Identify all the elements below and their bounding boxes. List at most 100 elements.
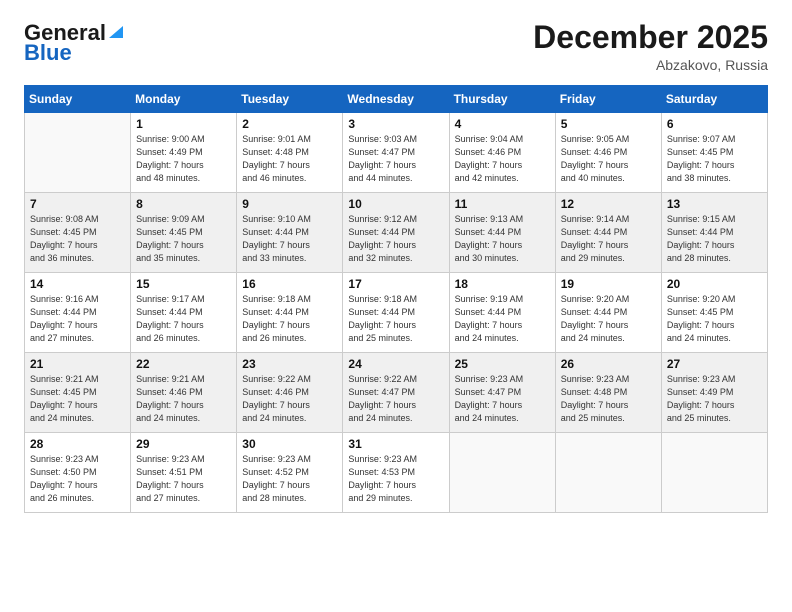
day-number: 8 [136,197,231,211]
day-number: 2 [242,117,337,131]
calendar-cell: 15 Sunrise: 9:17 AMSunset: 4:44 PMDayligh… [131,273,237,353]
calendar-cell: 16 Sunrise: 9:18 AMSunset: 4:44 PMDayligh… [237,273,343,353]
day-number: 22 [136,357,231,371]
day-info: Sunrise: 9:10 AMSunset: 4:44 PMDaylight:… [242,213,337,265]
calendar-cell: 29 Sunrise: 9:23 AMSunset: 4:51 PMDayligh… [131,433,237,513]
weekday-header-sunday: Sunday [25,86,131,113]
day-info: Sunrise: 9:01 AMSunset: 4:48 PMDaylight:… [242,133,337,185]
weekday-header-saturday: Saturday [661,86,767,113]
calendar-cell: 1 Sunrise: 9:00 AMSunset: 4:49 PMDaylight… [131,113,237,193]
calendar-cell: 7 Sunrise: 9:08 AMSunset: 4:45 PMDaylight… [25,193,131,273]
page: General Blue December 2025 Abzakovo, Rus… [0,0,792,612]
calendar-cell: 24 Sunrise: 9:22 AMSunset: 4:47 PMDayligh… [343,353,449,433]
day-number: 15 [136,277,231,291]
day-info: Sunrise: 9:18 AMSunset: 4:44 PMDaylight:… [348,293,443,345]
calendar-cell: 27 Sunrise: 9:23 AMSunset: 4:49 PMDayligh… [661,353,767,433]
day-number: 17 [348,277,443,291]
day-number: 24 [348,357,443,371]
day-number: 10 [348,197,443,211]
header: General Blue December 2025 Abzakovo, Rus… [24,20,768,73]
day-info: Sunrise: 9:19 AMSunset: 4:44 PMDaylight:… [455,293,550,345]
calendar-week-4: 21Sunrise: 9:21 AMSunset: 4:45 PMDayligh… [25,353,768,433]
day-number: 9 [242,197,337,211]
day-info: Sunrise: 9:22 AMSunset: 4:47 PMDaylight:… [348,373,443,425]
day-number: 25 [455,357,550,371]
day-info: Sunrise: 9:23 AMSunset: 4:50 PMDaylight:… [30,453,125,505]
calendar-cell: 5Sunrise: 9:05 AMSunset: 4:46 PMDaylight… [555,113,661,193]
calendar-week-2: 7 Sunrise: 9:08 AMSunset: 4:45 PMDaylight… [25,193,768,273]
calendar-cell: 22 Sunrise: 9:21 AMSunset: 4:46 PMDayligh… [131,353,237,433]
day-info: Sunrise: 9:13 AMSunset: 4:44 PMDaylight:… [455,213,550,265]
day-info: Sunrise: 9:12 AMSunset: 4:44 PMDaylight:… [348,213,443,265]
day-info: Sunrise: 9:23 AMSunset: 4:49 PMDaylight:… [667,373,762,425]
header-row: SundayMondayTuesdayWednesdayThursdayFrid… [25,86,768,113]
weekday-header-tuesday: Tuesday [237,86,343,113]
day-info: Sunrise: 9:18 AMSunset: 4:44 PMDaylight:… [242,293,337,345]
day-info: Sunrise: 9:21 AMSunset: 4:46 PMDaylight:… [136,373,231,425]
month-title: December 2025 [533,20,768,55]
calendar-cell: 20Sunrise: 9:20 AMSunset: 4:45 PMDayligh… [661,273,767,353]
calendar-cell [661,433,767,513]
calendar-cell [449,433,555,513]
day-number: 30 [242,437,337,451]
day-info: Sunrise: 9:20 AMSunset: 4:44 PMDaylight:… [561,293,656,345]
calendar-week-3: 14 Sunrise: 9:16 AMSunset: 4:44 PMDayligh… [25,273,768,353]
calendar-cell: 18 Sunrise: 9:19 AMSunset: 4:44 PMDayligh… [449,273,555,353]
day-info: Sunrise: 9:07 AMSunset: 4:45 PMDaylight:… [667,133,762,185]
day-number: 4 [455,117,550,131]
day-number: 3 [348,117,443,131]
calendar-cell: 30 Sunrise: 9:23 AMSunset: 4:52 PMDayligh… [237,433,343,513]
day-number: 16 [242,277,337,291]
day-number: 12 [561,197,656,211]
weekday-header-monday: Monday [131,86,237,113]
calendar-cell: 31 Sunrise: 9:23 AMSunset: 4:53 PMDayligh… [343,433,449,513]
day-number: 19 [561,277,656,291]
calendar-cell: 19 Sunrise: 9:20 AMSunset: 4:44 PMDayligh… [555,273,661,353]
day-info: Sunrise: 9:23 AMSunset: 4:53 PMDaylight:… [348,453,443,505]
calendar-cell: 25 Sunrise: 9:23 AMSunset: 4:47 PMDayligh… [449,353,555,433]
day-info: Sunrise: 9:23 AMSunset: 4:51 PMDaylight:… [136,453,231,505]
day-info: Sunrise: 9:15 AMSunset: 4:44 PMDaylight:… [667,213,762,265]
day-number: 28 [30,437,125,451]
calendar-cell: 11Sunrise: 9:13 AMSunset: 4:44 PMDayligh… [449,193,555,273]
day-number: 5 [561,117,656,131]
day-number: 21 [30,357,125,371]
location-subtitle: Abzakovo, Russia [533,57,768,73]
day-number: 7 [30,197,125,211]
calendar-cell: 8Sunrise: 9:09 AMSunset: 4:45 PMDaylight… [131,193,237,273]
day-number: 1 [136,117,231,131]
calendar-cell: 17 Sunrise: 9:18 AMSunset: 4:44 PMDayligh… [343,273,449,353]
day-number: 13 [667,197,762,211]
day-number: 27 [667,357,762,371]
calendar-cell: 3 Sunrise: 9:03 AMSunset: 4:47 PMDaylight… [343,113,449,193]
day-number: 6 [667,117,762,131]
day-info: Sunrise: 9:23 AMSunset: 4:47 PMDaylight:… [455,373,550,425]
calendar-cell: 6 Sunrise: 9:07 AMSunset: 4:45 PMDaylight… [661,113,767,193]
day-info: Sunrise: 9:23 AMSunset: 4:52 PMDaylight:… [242,453,337,505]
calendar-cell: 10 Sunrise: 9:12 AMSunset: 4:44 PMDayligh… [343,193,449,273]
weekday-header-thursday: Thursday [449,86,555,113]
weekday-header-friday: Friday [555,86,661,113]
day-number: 18 [455,277,550,291]
calendar-cell: 4Sunrise: 9:04 AMSunset: 4:46 PMDaylight… [449,113,555,193]
day-number: 14 [30,277,125,291]
day-number: 29 [136,437,231,451]
calendar-cell: 12 Sunrise: 9:14 AMSunset: 4:44 PMDayligh… [555,193,661,273]
day-number: 31 [348,437,443,451]
calendar-table: SundayMondayTuesdayWednesdayThursdayFrid… [24,85,768,513]
calendar-cell: 13 Sunrise: 9:15 AMSunset: 4:44 PMDayligh… [661,193,767,273]
day-info: Sunrise: 9:16 AMSunset: 4:44 PMDaylight:… [30,293,125,345]
calendar-week-5: 28 Sunrise: 9:23 AMSunset: 4:50 PMDayligh… [25,433,768,513]
day-info: Sunrise: 9:00 AMSunset: 4:49 PMDaylight:… [136,133,231,185]
logo-blue: Blue [24,40,72,66]
day-info: Sunrise: 9:23 AMSunset: 4:48 PMDaylight:… [561,373,656,425]
day-info: Sunrise: 9:08 AMSunset: 4:45 PMDaylight:… [30,213,125,265]
logo: General Blue [24,20,125,66]
calendar-cell: 26Sunrise: 9:23 AMSunset: 4:48 PMDayligh… [555,353,661,433]
day-number: 23 [242,357,337,371]
day-info: Sunrise: 9:22 AMSunset: 4:46 PMDaylight:… [242,373,337,425]
day-info: Sunrise: 9:03 AMSunset: 4:47 PMDaylight:… [348,133,443,185]
day-info: Sunrise: 9:14 AMSunset: 4:44 PMDaylight:… [561,213,656,265]
day-info: Sunrise: 9:17 AMSunset: 4:44 PMDaylight:… [136,293,231,345]
logo-icon [107,22,125,40]
